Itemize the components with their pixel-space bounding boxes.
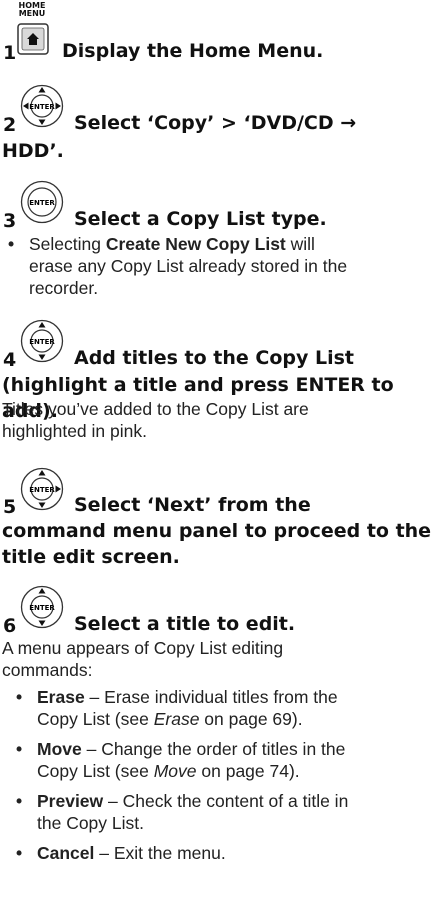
note-bold: Create New Copy List xyxy=(105,234,286,254)
enter-3way-joystick-icon: ENTER xyxy=(20,467,64,511)
bullet-dot: • xyxy=(8,234,15,254)
step-number-5: 5 xyxy=(3,496,17,518)
note-text: will xyxy=(285,234,315,254)
body-line: highlighted in pink. xyxy=(2,421,147,441)
enter-text: ENTER xyxy=(29,199,55,207)
step-5-heading: Select ‘Next’ from the xyxy=(74,494,311,516)
body-line: Titles you’ve added to the Copy List are xyxy=(2,399,309,419)
step-6-heading: Select a title to edit. xyxy=(74,613,296,635)
step-number-6: 6 xyxy=(3,615,17,637)
command-desc: – Change the order of titles in the xyxy=(81,739,346,759)
command-desc: – Check the content of a title in xyxy=(103,791,349,811)
body-line: A menu appears of Copy List editing xyxy=(2,638,284,658)
step-6-body: A menu appears of Copy List editing comm… xyxy=(2,637,283,681)
heading-line: title edit screen. xyxy=(2,546,180,568)
command-list: • Erase – Erase individual titles from t… xyxy=(16,686,436,864)
home-menu-button-icon xyxy=(17,23,49,55)
command-desc: the Copy List. xyxy=(37,813,144,833)
command-desc: Copy List (see xyxy=(37,709,154,729)
command-desc: on page 74). xyxy=(196,761,300,781)
bullet-dot: • xyxy=(16,791,23,811)
enter-text: ENTER xyxy=(29,604,55,612)
command-desc: on page 69). xyxy=(199,709,303,729)
bullet-dot: • xyxy=(16,687,23,707)
bullet-dot: • xyxy=(16,739,23,759)
enter-updown-joystick-icon: ENTER xyxy=(20,585,64,629)
step-number-2: 2 xyxy=(3,114,17,136)
step-number-3: 3 xyxy=(3,210,17,232)
note-text: erase any Copy List already stored in th… xyxy=(29,256,348,276)
step-3-heading: Select a Copy List type. xyxy=(74,208,327,230)
cross-ref: Move xyxy=(153,761,197,781)
step-number-4: 4 xyxy=(3,349,17,371)
command-term: Cancel xyxy=(37,843,95,863)
command-desc: – Exit the menu. xyxy=(94,843,226,863)
step-1-heading: Display the Home Menu. xyxy=(62,40,324,62)
step-4-body: Titles you’ve added to the Copy List are… xyxy=(2,398,309,442)
step-2-heading: Select ‘Copy’ > ‘DVD/CD → xyxy=(74,110,356,136)
enter-updown-joystick-icon: ENTER xyxy=(20,319,64,363)
note-text: recorder. xyxy=(29,278,99,298)
heading-line: command menu panel to proceed to the xyxy=(2,520,432,542)
body-line: commands: xyxy=(2,660,93,680)
list-item: • Erase – Erase individual titles from t… xyxy=(16,686,436,730)
home-menu-label-line2: MENU xyxy=(18,9,46,18)
command-term: Preview xyxy=(37,791,104,811)
step-number-1: 1 xyxy=(3,42,17,64)
enter-button-icon: ENTER xyxy=(20,180,64,224)
step-2-heading-cont: HDD’. xyxy=(2,140,64,162)
bullet-dot: • xyxy=(16,843,23,863)
command-desc: Copy List (see xyxy=(37,761,154,781)
list-item: • Cancel – Exit the menu. xyxy=(16,842,436,864)
home-menu-label: HOME MENU xyxy=(16,2,48,18)
enter-text: ENTER xyxy=(29,103,55,111)
step-5-heading-cont: command menu panel to proceed to the tit… xyxy=(2,518,431,570)
list-item: • Preview – Check the content of a title… xyxy=(16,790,436,834)
command-term: Erase xyxy=(37,687,85,707)
enter-4way-joystick-icon: ENTER xyxy=(20,84,64,128)
step-4-heading: Add titles to the Copy List xyxy=(74,347,354,369)
step-2-heading-line1: Select ‘Copy’ > ‘DVD/CD → xyxy=(74,112,357,134)
command-desc: – Erase individual titles from the xyxy=(84,687,338,707)
enter-text: ENTER xyxy=(29,486,55,494)
note-text: Selecting xyxy=(29,234,106,254)
step-3-note: • Selecting Create New Copy List will er… xyxy=(8,233,436,299)
list-item: • Move – Change the order of titles in t… xyxy=(16,738,436,782)
enter-text: ENTER xyxy=(29,338,55,346)
cross-ref: Erase xyxy=(153,709,200,729)
command-term: Move xyxy=(37,739,82,759)
